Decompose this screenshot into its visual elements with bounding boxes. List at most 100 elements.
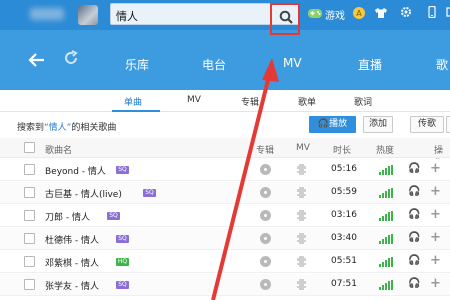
search-value: 情人 — [116, 10, 138, 23]
table-row[interactable]: 张学友 - 情人 SQ 07:51 🎧 + — [0, 274, 450, 296]
song-duration: 05:59 — [331, 187, 357, 197]
result-keyword: “情人” — [44, 123, 72, 133]
table-row[interactable]: 古巨基 - 情人(live) SQ 05:59 🎧 + — [0, 182, 450, 204]
quality-tag: SQ — [107, 212, 120, 220]
song-duration: 07:51 — [331, 279, 357, 289]
album-disc-icon[interactable] — [260, 164, 271, 175]
heat-bars-icon — [379, 211, 394, 221]
result-prefix: 搜索到 — [17, 123, 45, 133]
nav-tab-library[interactable]: 乐库 — [125, 56, 149, 73]
nav-tab-mv[interactable]: MV — [283, 56, 302, 70]
table-row[interactable]: Beyond - 情人 SQ 05:16 🎧 + — [0, 159, 450, 181]
games-link[interactable]: 游戏 — [307, 7, 345, 22]
svg-text:A: A — [356, 9, 362, 18]
album-disc-icon[interactable] — [260, 279, 271, 290]
settings-gear-icon[interactable] — [398, 6, 414, 22]
album-disc-icon[interactable] — [260, 187, 271, 198]
add-plus-icon[interactable]: + — [430, 184, 441, 199]
add-plus-icon[interactable]: + — [430, 161, 441, 176]
back-arrow-icon[interactable] — [28, 52, 46, 73]
table-row[interactable]: 杜德伟 - 情人 SQ 03:40 🎧 + — [0, 228, 450, 250]
username-blurred[interactable] — [30, 8, 64, 20]
search-button-highlight[interactable] — [270, 3, 300, 35]
listen-headphone-icon[interactable]: 🎧 — [408, 209, 420, 220]
search-result-summary: 搜索到“情人”的相关歌曲 — [17, 120, 116, 133]
row-checkbox[interactable] — [24, 210, 35, 221]
heat-bars-icon — [379, 188, 394, 198]
heat-bars-icon — [379, 234, 394, 244]
quality-tag: SQ — [116, 235, 129, 243]
quality-tag: SQ — [116, 281, 129, 289]
song-title[interactable]: 古巨基 - 情人(live) — [45, 187, 122, 200]
add-label: 添加 — [368, 119, 387, 129]
listen-headphone-icon[interactable]: 🎧 — [408, 278, 420, 289]
row-checkbox[interactable] — [24, 164, 35, 175]
add-plus-icon[interactable]: + — [430, 230, 441, 245]
mobile-phone-icon[interactable] — [424, 5, 440, 22]
listen-headphone-icon[interactable]: 🎧 — [408, 186, 420, 197]
heat-bars-icon — [379, 165, 394, 175]
select-all-checkbox[interactable] — [24, 142, 35, 153]
result-suffix: 的相关歌曲 — [71, 123, 117, 133]
quality-tag: SQ — [143, 189, 156, 197]
nav-tab-live[interactable]: 直播 — [358, 56, 382, 73]
add-plus-icon[interactable]: + — [430, 253, 441, 268]
mv-film-icon[interactable] — [297, 187, 306, 198]
song-title[interactable]: 邓紫棋 - 情人 — [45, 256, 99, 269]
tab-albums[interactable]: 专辑 — [241, 95, 259, 108]
mv-film-icon[interactable] — [297, 279, 306, 290]
row-checkbox[interactable] — [24, 279, 35, 290]
skin-shirt-icon[interactable] — [373, 6, 389, 22]
tab-songs[interactable]: 单曲 — [124, 95, 142, 108]
table-row[interactable]: 刀郎 - 情人 SQ 03:16 🎧 + — [0, 205, 450, 227]
window-control-icon[interactable] — [442, 6, 450, 22]
tab-mv[interactable]: MV — [187, 95, 201, 105]
active-tab-underline — [112, 110, 160, 112]
refresh-icon[interactable] — [63, 50, 79, 71]
row-checkbox[interactable] — [24, 233, 35, 244]
upload-label: 传歌 — [417, 119, 436, 129]
add-plus-icon[interactable]: + — [430, 276, 441, 291]
nav-tab-more[interactable]: 歌 — [436, 56, 448, 73]
song-title[interactable]: 刀郎 - 情人 — [45, 210, 90, 223]
mv-film-icon[interactable] — [297, 164, 306, 175]
avatar[interactable] — [78, 5, 98, 25]
row-checkbox[interactable] — [24, 187, 35, 198]
song-duration: 05:51 — [331, 256, 357, 266]
add-plus-icon[interactable]: + — [430, 207, 441, 222]
mv-film-icon[interactable] — [297, 233, 306, 244]
nav-tab-radio[interactable]: 电台 — [202, 56, 226, 73]
tab-lyrics[interactable]: 歌词 — [354, 95, 372, 108]
add-button[interactable]: 添加 — [363, 116, 393, 133]
tab-playlists[interactable]: 歌单 — [298, 95, 316, 108]
result-type-tabs: 单曲 MV 专辑 歌单 歌词 — [0, 90, 450, 112]
header-heat: 热度 — [376, 146, 395, 156]
more-button-clipped[interactable] — [446, 116, 450, 133]
upload-song-button[interactable]: 传歌 — [410, 116, 444, 133]
header-mv: MV — [296, 143, 310, 153]
song-title[interactable]: 杜德伟 - 情人 — [45, 233, 99, 246]
heat-bars-icon — [379, 257, 394, 267]
song-title[interactable]: 张学友 - 情人 — [45, 279, 99, 292]
quality-tag: SQ — [116, 166, 129, 174]
heat-bars-icon — [379, 280, 394, 290]
main-nav: 乐库 电台 MV 直播 歌 — [0, 30, 450, 90]
song-title[interactable]: Beyond - 情人 — [45, 164, 106, 177]
vip-icon[interactable]: A — [351, 6, 367, 22]
mv-film-icon[interactable] — [297, 210, 306, 221]
song-duration: 03:40 — [331, 233, 357, 243]
header-song-name: 歌曲名 — [45, 146, 73, 156]
header-album: 专辑 — [256, 146, 275, 156]
mv-film-icon[interactable] — [297, 256, 306, 267]
play-all-button[interactable]: 🎧播放 — [309, 116, 356, 133]
listen-headphone-icon[interactable]: 🎧 — [408, 255, 420, 266]
table-row[interactable]: 邓紫棋 - 情人 HQ 05:51 🎧 + — [0, 251, 450, 273]
search-icon — [279, 10, 293, 27]
row-checkbox[interactable] — [24, 256, 35, 267]
album-disc-icon[interactable] — [260, 210, 271, 221]
gamepad-icon — [307, 8, 323, 22]
album-disc-icon[interactable] — [260, 256, 271, 267]
listen-headphone-icon[interactable]: 🎧 — [408, 163, 420, 174]
listen-headphone-icon[interactable]: 🎧 — [408, 232, 420, 243]
album-disc-icon[interactable] — [260, 233, 271, 244]
